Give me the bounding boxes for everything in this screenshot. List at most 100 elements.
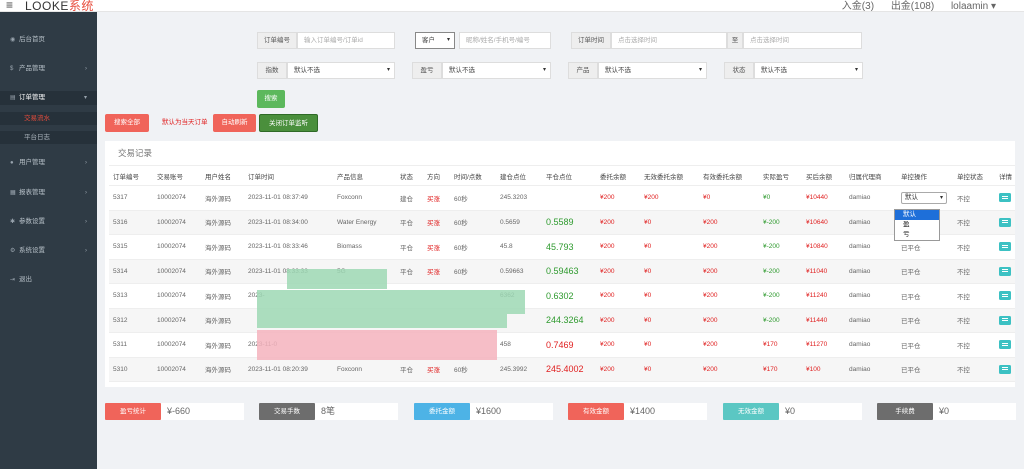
stat-label-entrust: 委托金额 <box>414 403 470 420</box>
status-select[interactable]: 默认不选 ▾ <box>754 62 863 79</box>
detail-icon[interactable] <box>999 340 1011 350</box>
cell-open: 245.3992 <box>496 357 542 382</box>
cell-detail <box>995 283 1015 309</box>
col-header: 单控操作 <box>897 165 953 186</box>
deposit-link[interactable]: 入金(3) <box>842 1 874 12</box>
cell-invalid: ¥0 <box>640 210 699 235</box>
order-no-label: 订单编号 <box>257 32 297 49</box>
detail-icon[interactable] <box>999 266 1011 276</box>
search-all-button[interactable]: 搜索全部 <box>105 114 149 132</box>
index-select[interactable]: 默认不选 ▾ <box>287 62 395 79</box>
cell-close: 0.7469 <box>542 332 596 358</box>
product-label: 产品 <box>568 62 598 79</box>
detail-icon[interactable] <box>999 291 1011 301</box>
dashboard-icon: ◉ <box>10 37 16 43</box>
detail-icon[interactable] <box>999 364 1011 374</box>
search-button[interactable]: 搜索 <box>257 90 285 108</box>
cell-ctrl: 不控 <box>953 259 995 284</box>
sidebar-item-reports[interactable]: ▦ 报表管理 › <box>0 186 97 200</box>
cell-valid: ¥0 <box>699 185 759 211</box>
trade-table: 订单编号 交易账号 用户姓名 订单时间 产品信息 状态 方向 时间/点数 建仓点… <box>109 165 1015 382</box>
withdraw-link[interactable]: 出金(108) <box>891 1 934 12</box>
stat-value-fee: ¥0 <box>933 403 1016 420</box>
chevron-down-icon: ▾ <box>83 95 87 101</box>
detail-icon[interactable] <box>999 315 1011 325</box>
table-row: 5312 10002074 海外源码 244.3264 ¥200 ¥0 ¥200 ¥-200 ¥… <box>109 308 1015 333</box>
detail-icon[interactable] <box>999 217 1011 227</box>
col-header: 时间/点数 <box>450 165 496 186</box>
cell-acct: 10002074 <box>153 210 201 235</box>
close-monitor-button[interactable]: 关闭订单监听 <box>259 114 318 132</box>
stat-value-valid: ¥1400 <box>624 403 707 420</box>
sidebar-item-products[interactable]: $ 产品管理 › <box>0 62 97 76</box>
cell-invalid: ¥0 <box>640 357 699 382</box>
cell-status: 平仓 <box>396 234 423 260</box>
product-select[interactable]: 默认不选 ▾ <box>598 62 707 79</box>
redaction-block <box>287 269 387 289</box>
sidebar-item-orders[interactable]: ▤ 订单管理 ▾ <box>0 91 97 105</box>
cell-op: 已平仓 <box>897 259 953 284</box>
table-row: 5310 10002074 海外源码 2023-11-01 08:20:39 Foxco… <box>109 357 1015 382</box>
dropdown-option[interactable]: 盈 <box>895 220 939 230</box>
cell-product: Foxconn <box>333 185 396 211</box>
cell-pnl: ¥-200 <box>759 234 802 260</box>
cell-invalid: ¥0 <box>640 283 699 309</box>
cell-op: 已平仓 <box>897 283 953 309</box>
menu-icon[interactable]: ≡ <box>6 0 13 12</box>
sidebar-item-params[interactable]: ✱ 参数设置 › <box>0 215 97 229</box>
cell-id: 5317 <box>109 185 153 211</box>
cell-open: 458 <box>496 332 542 358</box>
cell-ctrl: 不控 <box>953 332 995 358</box>
cell-status: 平仓 <box>396 259 423 284</box>
pnl-select[interactable]: 默认不选 ▾ <box>442 62 551 79</box>
sidebar-subitem-logs[interactable]: 平台日志 <box>0 131 97 144</box>
col-header: 买后余额 <box>802 165 845 186</box>
detail-icon[interactable] <box>999 193 1011 203</box>
single-control-select[interactable]: 默认 ▾ <box>901 191 947 204</box>
sidebar-item-system[interactable]: ⚙ 系统设置 › <box>0 244 97 258</box>
chevron-right-icon: › <box>85 160 87 166</box>
detail-icon[interactable] <box>999 242 1011 252</box>
cell-id: 5313 <box>109 283 153 309</box>
user-icon: ● <box>10 160 14 166</box>
user-menu[interactable]: lolaamin ▾ <box>951 1 996 12</box>
cell-open: 45.8 <box>496 234 542 260</box>
cell-close: 0.59463 <box>542 259 596 284</box>
cell-name: 海外源码 <box>201 332 244 358</box>
col-header: 产品信息 <box>333 165 396 186</box>
stat-label-invalid: 无效金额 <box>723 403 779 420</box>
cell-product: Foxconn <box>333 357 396 382</box>
orders-icon: ▤ <box>10 95 16 101</box>
cell-detail <box>995 210 1015 235</box>
cell-after: ¥10440 <box>802 185 845 211</box>
sidebar-item-logout[interactable]: ⇥ 退出 <box>0 273 97 287</box>
cell-invalid: ¥0 <box>640 234 699 260</box>
cell-after: ¥10640 <box>802 210 845 235</box>
order-no-input[interactable]: 输入订单编号/订单id <box>297 32 395 49</box>
redaction-block <box>257 290 525 314</box>
cell-invalid: ¥0 <box>640 308 699 333</box>
dropdown-option[interactable]: 默认 <box>895 210 939 220</box>
customer-type-select[interactable]: 客户 ▾ <box>415 32 455 49</box>
cell-pnl: ¥170 <box>759 332 802 358</box>
cell-id: 5311 <box>109 332 153 358</box>
time-end-input[interactable]: 点击选择时间 <box>743 32 862 49</box>
sidebar-item-users[interactable]: ● 用户管理 › <box>0 156 97 170</box>
sidebar-item-home[interactable]: ◉ 后台首页 <box>0 33 97 47</box>
redaction-block <box>257 330 497 360</box>
report-icon: ▦ <box>10 190 16 196</box>
cell-entrust: ¥200 <box>596 332 640 358</box>
cell-agent: damiao <box>845 185 897 211</box>
auto-refresh-button[interactable]: 自动刷新 <box>213 114 256 132</box>
cell-pnl: ¥0 <box>759 185 802 211</box>
col-header: 用户姓名 <box>201 165 244 186</box>
cell-status: 平仓 <box>396 210 423 235</box>
sidebar-subitem-trade-flow[interactable]: 交易流水 <box>0 112 97 125</box>
cell-detail <box>995 259 1015 284</box>
time-start-input[interactable]: 点击选择时间 <box>611 32 727 49</box>
cell-entrust: ¥200 <box>596 234 640 260</box>
customer-search-input[interactable]: 昵称/姓名/手机号/编号 <box>459 32 551 49</box>
cell-agent: damiao <box>845 308 897 333</box>
chevron-down-icon: ▾ <box>854 67 858 73</box>
dropdown-option[interactable]: 亏 <box>895 230 939 240</box>
